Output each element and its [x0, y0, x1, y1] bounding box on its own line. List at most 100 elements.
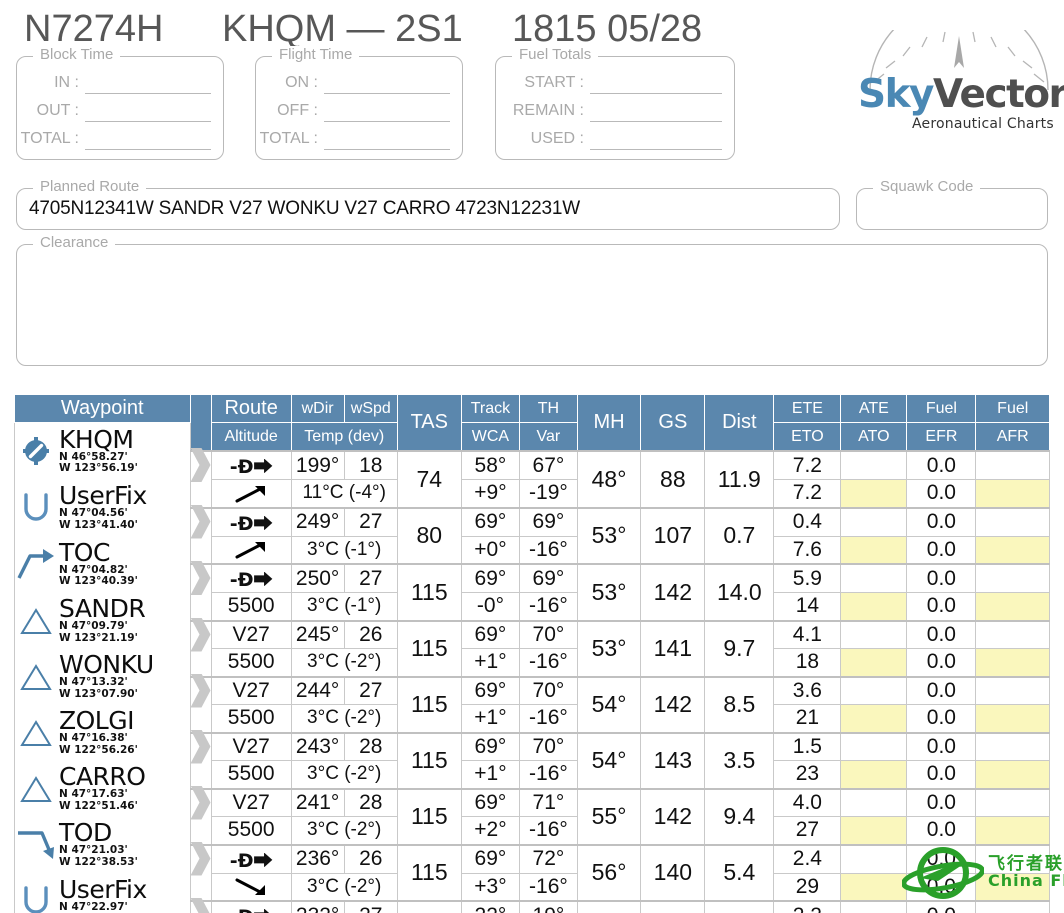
leg-ato[interactable] [840, 592, 908, 621]
waypoint-cell[interactable]: UserFixN 47°22.97'W 122°31.09' [14, 873, 191, 913]
leg-th: 19° [519, 900, 578, 913]
leg-altitude[interactable]: 5500 [210, 648, 292, 677]
leg-afr[interactable] [975, 592, 1050, 621]
waypoint-entry[interactable]: KHQM N 46°58.27' W 123°56.19' [15, 427, 190, 475]
leg-route[interactable]: -Đ⮕ [210, 450, 292, 480]
leg-route[interactable]: -Đ⮕ [210, 506, 292, 537]
leg-altitude[interactable] [210, 479, 292, 508]
leg-ato[interactable] [840, 872, 908, 902]
leg-ato[interactable] [840, 479, 908, 508]
block-time-in-input[interactable] [85, 74, 211, 94]
leg-afr[interactable] [975, 535, 1050, 565]
waypoint-longitude: W 123°07.90' [59, 687, 138, 700]
leg-wdir: 249° [290, 506, 345, 537]
leg-ate[interactable] [840, 619, 908, 649]
leg-route[interactable]: V27 [210, 675, 292, 705]
waypoint-entry[interactable]: TOD N 47°21.03' W 122°38.53' [15, 820, 190, 868]
leg-fuel-afr-top[interactable] [975, 900, 1050, 913]
planned-route-value[interactable]: 4705N12341W SANDR V27 WONKU V27 CARRO 47… [29, 198, 580, 220]
leg-fuel-afr-top[interactable] [975, 787, 1050, 817]
squawk-code-group[interactable]: Squawk Code [856, 178, 1048, 230]
waypoint-entry[interactable]: CARRO N 47°17.63' W 122°51.46' [15, 764, 190, 812]
waypoint-cell[interactable]: UserFix N 47°04.56' W 123°41.40' [14, 479, 191, 536]
waypoint-cell[interactable]: SANDR N 47°09.79' W 123°21.19' [14, 592, 191, 649]
leg-ate[interactable] [840, 675, 908, 705]
leg-ato[interactable] [840, 704, 908, 733]
leg-ato[interactable] [840, 760, 908, 789]
leg-fuel-afr-top[interactable] [975, 843, 1050, 874]
waypoint-entry[interactable]: UserFix N 47°04.56' W 123°41.40' [15, 483, 190, 531]
leg-ate[interactable] [840, 450, 908, 480]
leg-fuel-afr-top[interactable] [975, 619, 1050, 649]
leg-ate[interactable] [840, 563, 908, 593]
leg-afr[interactable] [975, 648, 1050, 677]
leg-ate[interactable] [840, 900, 908, 913]
leg-wdir: 244° [290, 675, 345, 705]
block-time-total-input[interactable] [85, 130, 211, 150]
leg-altitude[interactable] [210, 535, 292, 565]
leg-ato[interactable] [840, 648, 908, 677]
flight-time-on-input[interactable] [324, 74, 450, 94]
leg-afr[interactable] [975, 816, 1050, 845]
leg-fuel-afr-top[interactable] [975, 506, 1050, 537]
leg-altitude[interactable]: 5500 [210, 592, 292, 621]
flight-time-on-label: ON : [285, 74, 318, 91]
waypoint-cell[interactable]: KHQM N 46°58.27' W 123°56.19' [14, 422, 191, 480]
waypoint-icon-wrap [15, 881, 57, 913]
leg-afr[interactable] [975, 760, 1050, 789]
leg-fuel-afr-top[interactable] [975, 731, 1050, 761]
fuel-remain-input[interactable] [590, 102, 722, 122]
leg-afr[interactable] [975, 704, 1050, 733]
waypoint-cell[interactable]: WONKU N 47°13.32' W 123°07.90' [14, 648, 191, 705]
leg-track: 22° [460, 900, 521, 913]
leg-route[interactable]: -Đ⮕ [210, 843, 292, 874]
waypoint-entry[interactable]: TOC N 47°04.82' W 123°40.39' [15, 540, 190, 588]
flight-time-off-input[interactable] [324, 102, 450, 122]
leg-var: -16° [519, 535, 578, 565]
leg-route[interactable]: -Đ⮕ [210, 563, 292, 593]
leg-ate[interactable] [840, 731, 908, 761]
skyvector-brand-first: Sky [858, 72, 934, 117]
leg-mh: 54° [576, 675, 642, 733]
leg-afr[interactable] [975, 479, 1050, 508]
waypoint-entry[interactable]: SANDR N 47°09.79' W 123°21.19' [15, 596, 190, 644]
leg-altitude[interactable] [210, 872, 292, 902]
skyvector-tagline: Aeronautical Charts [912, 116, 1054, 132]
leg-afr[interactable] [975, 872, 1050, 902]
leg-route[interactable]: V27 [210, 619, 292, 649]
leg-th: 69° [519, 506, 578, 537]
leg-ate[interactable] [840, 787, 908, 817]
leg-altitude[interactable]: 5500 [210, 760, 292, 789]
leg-fuel-afr-top[interactable] [975, 450, 1050, 480]
airway-label: V27 [232, 734, 270, 758]
leg-ate[interactable] [840, 843, 908, 874]
leg-temp-dev: 3°C (-2°) [290, 704, 398, 733]
col-header-wdir: wDir [290, 394, 345, 423]
leg-route[interactable]: V27 [210, 731, 292, 761]
waypoint-icon-wrap [15, 544, 57, 584]
leg-route[interactable]: -Đ⮕ [210, 900, 292, 913]
leg-altitude[interactable]: 5500 [210, 816, 292, 845]
leg-route[interactable]: V27 [210, 787, 292, 817]
leg-fuel-afr-top[interactable] [975, 563, 1050, 593]
flight-time-total-input[interactable] [324, 130, 450, 150]
waypoint-entry[interactable]: WONKU N 47°13.32' W 123°07.90' [15, 652, 190, 700]
block-time-total-label: TOTAL : [20, 130, 79, 147]
waypoint-entry[interactable]: UserFixN 47°22.97'W 122°31.09' [15, 877, 190, 913]
block-time-out-input[interactable] [85, 102, 211, 122]
fuel-used-input[interactable] [590, 130, 722, 150]
waypoint-cell[interactable]: CARRO N 47°17.63' W 122°51.46' [14, 760, 191, 817]
leg-fuel-afr-top[interactable] [975, 675, 1050, 705]
waypoint-cell[interactable]: ZOLGI N 47°16.38' W 122°56.26' [14, 704, 191, 761]
leg-ate[interactable] [840, 506, 908, 537]
leg-ato[interactable] [840, 816, 908, 845]
leg-altitude[interactable]: 5500 [210, 704, 292, 733]
waypoint-cell[interactable]: TOC N 47°04.82' W 123°40.39' [14, 536, 191, 593]
planned-route-group[interactable]: Planned Route 4705N12341W SANDR V27 WONK… [16, 178, 840, 230]
fuel-start-input[interactable] [590, 74, 722, 94]
waypoint-entry[interactable]: ZOLGI N 47°16.38' W 122°56.26' [15, 708, 190, 756]
leg-ato[interactable] [840, 535, 908, 565]
waypoint-cell[interactable]: TOD N 47°21.03' W 122°38.53' [14, 816, 191, 873]
leg-wspd: 28 [343, 787, 398, 817]
clearance-group[interactable]: Clearance [16, 234, 1048, 366]
